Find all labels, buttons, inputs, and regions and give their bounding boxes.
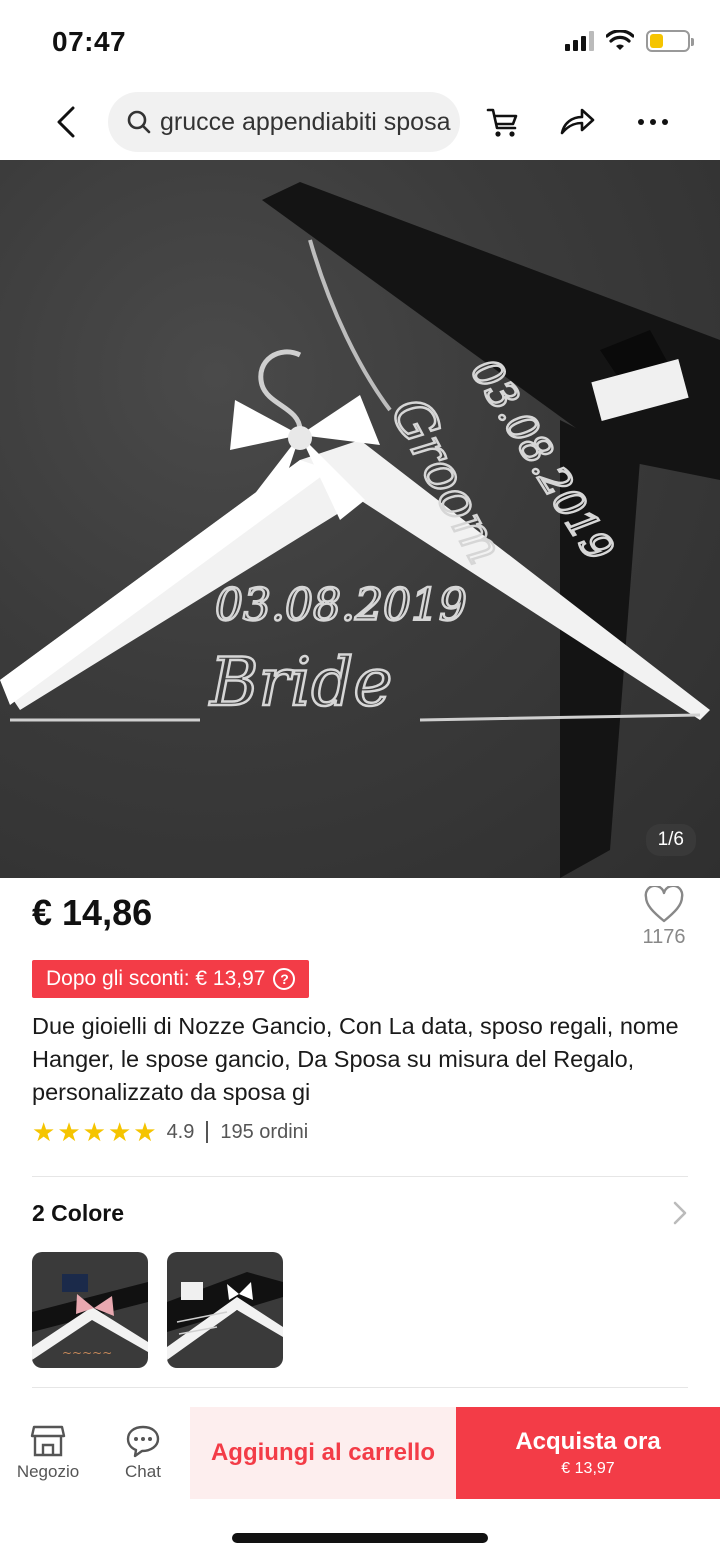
chat-icon <box>126 1425 160 1458</box>
battery-level <box>650 34 663 48</box>
color-more-button[interactable] <box>672 1200 688 1231</box>
buy-now-label: Acquista ora <box>515 1428 661 1455</box>
divider <box>32 1176 688 1177</box>
add-to-cart-button[interactable]: Aggiungi al carrello <box>190 1407 456 1499</box>
color-swatch-pink[interactable]: ~~~~~ <box>32 1252 148 1368</box>
search-query: grucce appendiabiti sposa <box>160 107 451 136</box>
back-button[interactable] <box>46 100 86 144</box>
swatch-image-pink-bow: ~~~~~ <box>32 1252 148 1368</box>
search-input[interactable]: grucce appendiabiti sposa <box>108 92 460 152</box>
svg-text:Bride: Bride <box>209 644 392 721</box>
star-icon: ★ <box>57 1117 81 1147</box>
home-indicator[interactable] <box>232 1533 488 1543</box>
store-icon <box>30 1425 66 1457</box>
star-icon: ★ <box>82 1117 106 1147</box>
more-icon <box>638 119 668 125</box>
cart-button[interactable] <box>478 98 528 146</box>
product-price: € 14,86 <box>32 892 153 933</box>
product-title: Due gioielli di Nozze Gancio, Con La dat… <box>32 1013 679 1105</box>
buy-now-button[interactable]: Acquista ora € 13,97 <box>456 1407 720 1499</box>
chat-label: Chat <box>125 1462 161 1481</box>
chevron-right-icon <box>673 1201 687 1225</box>
svg-text:03.08.2019: 03.08.2019 <box>215 580 467 631</box>
wishlist-button[interactable]: 1176 <box>636 886 692 949</box>
rating-row[interactable]: ★ ★ ★ ★ ★ 4.9 195 ordini <box>32 1118 308 1146</box>
share-icon <box>560 108 595 135</box>
discount-badge[interactable]: Dopo gli sconti: € 13,97 ? <box>32 960 310 998</box>
status-bar: 07:47 <box>0 0 720 86</box>
share-button[interactable] <box>552 98 602 146</box>
divider <box>32 1387 688 1388</box>
back-arrow-icon <box>57 106 75 138</box>
cellular-signal-icon <box>565 31 594 51</box>
color-label: 2 Colore <box>32 1200 125 1226</box>
more-button[interactable] <box>628 98 678 146</box>
search-icon <box>127 110 151 134</box>
bottom-action-bar: Negozio Chat Aggiungi al carrello Acquis… <box>0 1407 720 1499</box>
color-swatch-white[interactable] <box>167 1252 283 1368</box>
discount-label: Dopo gli sconti: € 13,97 <box>46 967 266 990</box>
swatch-image-white-bow <box>167 1252 283 1368</box>
star-icon: ★ <box>32 1117 56 1147</box>
star-icon: ★ <box>107 1117 132 1147</box>
wifi-icon <box>606 30 634 50</box>
rating-value: 4.9 <box>166 1120 195 1143</box>
product-photo-hangers: 03.08.2019 Bride Groom 03.08.2019 <box>0 182 720 878</box>
buy-now-price: € 13,97 <box>561 1460 615 1477</box>
status-icons <box>565 30 694 52</box>
help-icon: ? <box>273 968 296 990</box>
store-button[interactable]: Negozio <box>10 1407 86 1499</box>
battery-icon <box>646 30 694 52</box>
rating-separator <box>206 1121 209 1143</box>
wishlist-count: 1176 <box>642 926 686 948</box>
rating-stars: ★ ★ ★ ★ ★ <box>32 1119 157 1145</box>
store-label: Negozio <box>16 1462 80 1481</box>
image-counter: 1/6 <box>645 824 696 856</box>
product-image-carousel[interactable]: 03.08.2019 Bride Groom 03.08.2019 1/6 <box>0 160 720 878</box>
chat-button[interactable]: Chat <box>108 1407 178 1499</box>
nav-bar: grucce appendiabiti sposa <box>0 86 720 160</box>
heart-icon <box>644 886 684 923</box>
svg-text:~~~~~: ~~~~~ <box>62 1346 112 1360</box>
star-icon: ★ <box>133 1117 157 1147</box>
cart-icon <box>486 108 518 137</box>
orders-count: 195 ordini <box>220 1120 309 1143</box>
status-time: 07:47 <box>52 26 127 57</box>
